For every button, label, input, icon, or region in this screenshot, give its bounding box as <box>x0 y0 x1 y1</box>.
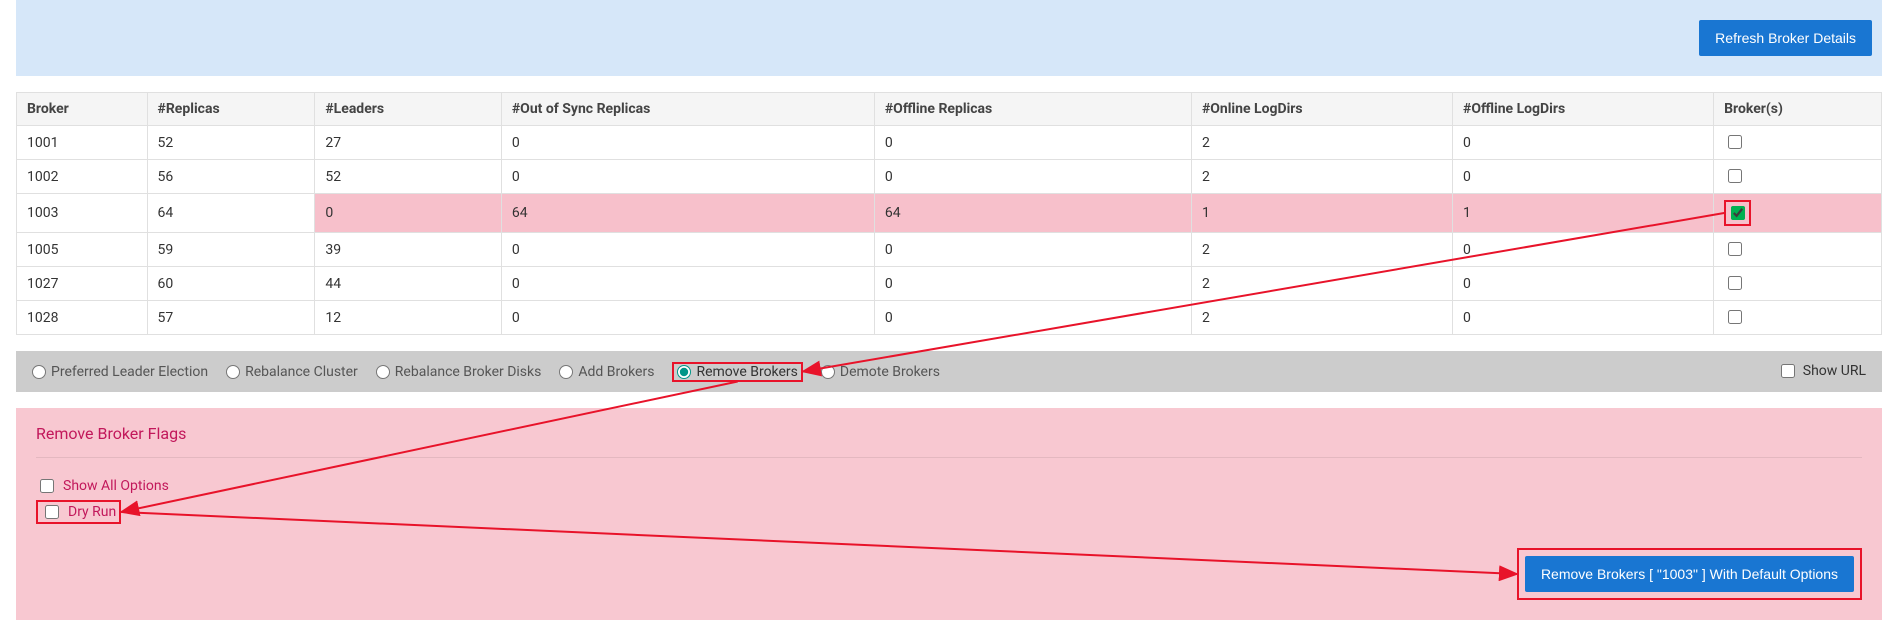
radio-label: Preferred Leader Election <box>51 364 208 380</box>
cell-online_logdirs: 2 <box>1191 160 1452 194</box>
table-row: 100256520020 <box>17 160 1882 194</box>
flags-title: Remove Broker Flags <box>36 424 1862 443</box>
radio-rebalance-cluster[interactable]: Rebalance Cluster <box>226 364 358 380</box>
cell-out_of_sync: 0 <box>501 267 874 301</box>
cell-broker: 1003 <box>17 194 148 233</box>
cell-offline_logdirs: 1 <box>1453 194 1714 233</box>
table-header-row: Broker #Replicas #Leaders #Out of Sync R… <box>17 93 1882 126</box>
cell-replicas: 60 <box>147 267 315 301</box>
col-offline-logdirs: #Offline LogDirs <box>1453 93 1714 126</box>
cell-out_of_sync: 0 <box>501 233 874 267</box>
cell-out_of_sync: 64 <box>501 194 874 233</box>
dry-run-toggle[interactable]: Dry Run <box>41 502 116 522</box>
broker-select-checkbox[interactable] <box>1728 169 1742 183</box>
cell-broker-select <box>1714 301 1882 335</box>
table-row: 102760440020 <box>17 267 1882 301</box>
broker-select-checkbox[interactable] <box>1728 310 1742 324</box>
radio-label: Demote Brokers <box>840 364 940 380</box>
table-row: 100559390020 <box>17 233 1882 267</box>
cell-offline_logdirs: 0 <box>1453 160 1714 194</box>
cell-replicas: 64 <box>147 194 315 233</box>
remove-broker-flags-panel: Remove Broker Flags Show All Options Dry… <box>16 408 1882 620</box>
col-leaders: #Leaders <box>315 93 502 126</box>
radio-preferred-leader-election[interactable]: Preferred Leader Election <box>32 364 208 380</box>
col-broker: Broker <box>17 93 148 126</box>
cell-leaders: 27 <box>315 126 502 160</box>
show-url-label: Show URL <box>1803 363 1866 379</box>
cell-broker: 1027 <box>17 267 148 301</box>
radio-label: Add Brokers <box>578 364 654 380</box>
broker-select-checkbox[interactable] <box>1728 276 1742 290</box>
col-replicas: #Replicas <box>147 93 315 126</box>
cell-replicas: 52 <box>147 126 315 160</box>
cell-leaders: 44 <box>315 267 502 301</box>
radio-label: Rebalance Broker Disks <box>395 364 542 380</box>
cell-offline_replicas: 0 <box>874 233 1191 267</box>
refresh-broker-details-button[interactable]: Refresh Broker Details <box>1699 20 1872 56</box>
cell-offline_replicas: 0 <box>874 126 1191 160</box>
remove-brokers-submit-button[interactable]: Remove Brokers [ "1003" ] With Default O… <box>1525 556 1854 592</box>
action-bar: Preferred Leader Election Rebalance Clus… <box>16 351 1882 392</box>
cell-broker-select <box>1714 194 1882 233</box>
show-url-toggle[interactable]: Show URL <box>1777 361 1866 381</box>
cell-broker-select <box>1714 267 1882 301</box>
radio-add-brokers[interactable]: Add Brokers <box>559 364 654 380</box>
cell-replicas: 57 <box>147 301 315 335</box>
col-out-of-sync: #Out of Sync Replicas <box>501 93 874 126</box>
cell-online_logdirs: 2 <box>1191 233 1452 267</box>
dry-run-label: Dry Run <box>68 504 116 520</box>
top-bar: Refresh Broker Details <box>16 0 1882 76</box>
cell-broker-select <box>1714 160 1882 194</box>
cell-offline_replicas: 64 <box>874 194 1191 233</box>
cell-leaders: 12 <box>315 301 502 335</box>
cell-offline_logdirs: 0 <box>1453 126 1714 160</box>
cell-online_logdirs: 2 <box>1191 267 1452 301</box>
radio-rebalance-broker-disks[interactable]: Rebalance Broker Disks <box>376 364 542 380</box>
radio-label: Remove Brokers <box>696 364 797 380</box>
cell-leaders: 39 <box>315 233 502 267</box>
show-all-options-toggle[interactable]: Show All Options <box>36 476 169 496</box>
cell-offline_replicas: 0 <box>874 267 1191 301</box>
table-row: 1003640646411 <box>17 194 1882 233</box>
cell-online_logdirs: 2 <box>1191 301 1452 335</box>
cell-offline_logdirs: 0 <box>1453 301 1714 335</box>
broker-select-checkbox[interactable] <box>1731 206 1745 220</box>
cell-leaders: 0 <box>315 194 502 233</box>
cell-out_of_sync: 0 <box>501 126 874 160</box>
cell-leaders: 52 <box>315 160 502 194</box>
table-row: 102857120020 <box>17 301 1882 335</box>
radio-remove-brokers[interactable]: Remove Brokers <box>677 364 797 380</box>
cell-broker-select <box>1714 126 1882 160</box>
broker-select-checkbox[interactable] <box>1728 242 1742 256</box>
cell-offline_logdirs: 0 <box>1453 233 1714 267</box>
cell-out_of_sync: 0 <box>501 301 874 335</box>
col-brokers-select: Broker(s) <box>1714 93 1882 126</box>
cell-broker: 1028 <box>17 301 148 335</box>
cell-online_logdirs: 2 <box>1191 126 1452 160</box>
broker-select-checkbox[interactable] <box>1728 135 1742 149</box>
cell-out_of_sync: 0 <box>501 160 874 194</box>
broker-table: Broker #Replicas #Leaders #Out of Sync R… <box>16 92 1882 335</box>
flags-divider <box>36 457 1862 458</box>
radio-label: Rebalance Cluster <box>245 364 358 380</box>
cell-online_logdirs: 1 <box>1191 194 1452 233</box>
cell-offline_replicas: 0 <box>874 301 1191 335</box>
cell-offline_logdirs: 0 <box>1453 267 1714 301</box>
show-all-options-label: Show All Options <box>63 478 169 494</box>
cell-broker-select <box>1714 233 1882 267</box>
cell-offline_replicas: 0 <box>874 160 1191 194</box>
radio-demote-brokers[interactable]: Demote Brokers <box>821 364 940 380</box>
cell-replicas: 56 <box>147 160 315 194</box>
cell-broker: 1002 <box>17 160 148 194</box>
col-offline-replicas: #Offline Replicas <box>874 93 1191 126</box>
col-online-logdirs: #Online LogDirs <box>1191 93 1452 126</box>
table-row: 100152270020 <box>17 126 1882 160</box>
cell-broker: 1005 <box>17 233 148 267</box>
cell-replicas: 59 <box>147 233 315 267</box>
cell-broker: 1001 <box>17 126 148 160</box>
